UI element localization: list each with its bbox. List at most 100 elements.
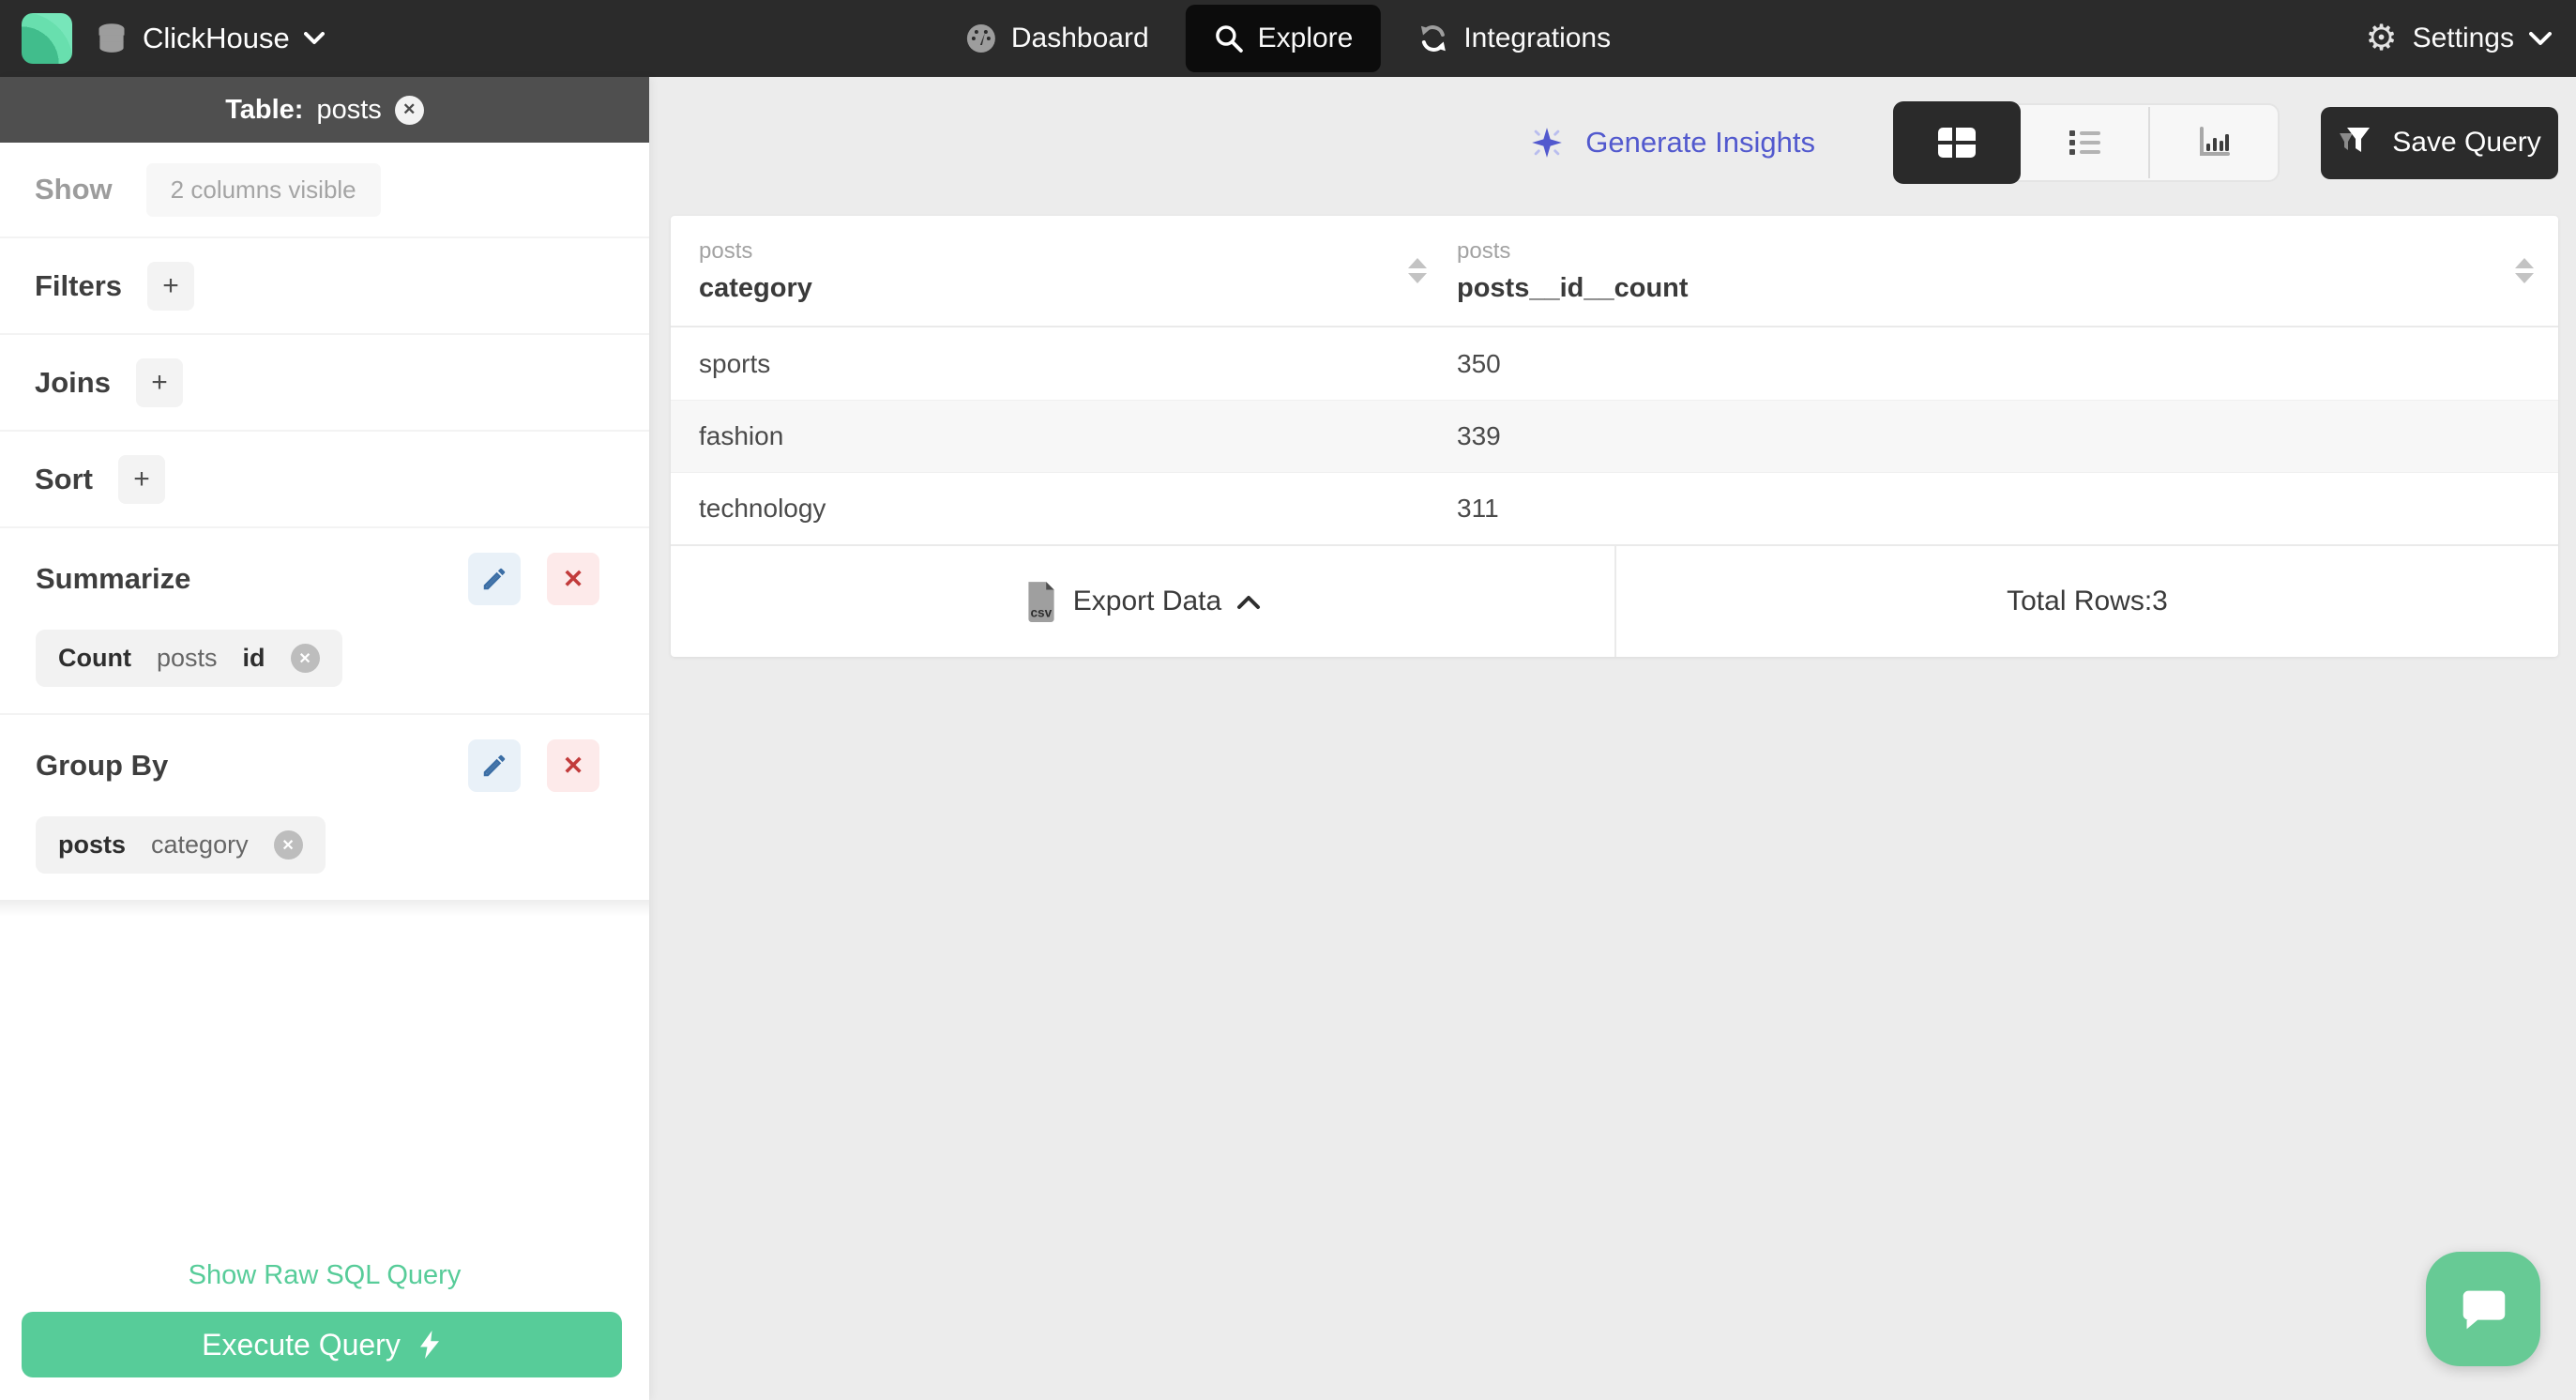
- funnel-icon: [2340, 128, 2371, 152]
- column-header-category: posts category: [671, 238, 1427, 304]
- nav-item-integrations[interactable]: Integrations: [1404, 5, 1624, 72]
- save-query-label: Save Query: [2392, 127, 2541, 158]
- sort-desc-arrow: [2515, 273, 2534, 283]
- group-by-chip: posts category ✕: [36, 816, 326, 874]
- chip-table: posts: [58, 830, 127, 859]
- cell-count: 311: [1457, 494, 1499, 523]
- table-header: posts category posts posts__id__count: [671, 216, 2558, 327]
- remove-table-icon[interactable]: ✕: [394, 95, 424, 125]
- gauge-icon: [966, 24, 995, 53]
- svg-text:csv: csv: [1030, 606, 1052, 620]
- add-join-button[interactable]: +: [135, 358, 183, 407]
- cell-category: technology: [699, 494, 826, 523]
- cell-count: 339: [1457, 421, 1501, 450]
- filters-label: Filters: [35, 268, 123, 302]
- sparkle-icon: [1532, 128, 1563, 158]
- remove-summarize-button[interactable]: ✕: [547, 553, 599, 605]
- column-group-label: posts: [699, 237, 753, 264]
- bar-chart-icon: [2200, 127, 2230, 156]
- settings-menu[interactable]: ⚙ Settings: [2366, 0, 2552, 77]
- sort-icon[interactable]: [2515, 258, 2534, 283]
- chat-bubble-icon: [2462, 1290, 2506, 1330]
- nav-item-label: Integrations: [1463, 23, 1612, 53]
- pencil-icon: [483, 568, 506, 590]
- edit-summarize-button[interactable]: [468, 553, 521, 605]
- total-rows-label: Total Rows:3: [2007, 586, 2168, 616]
- chart-view-toggle[interactable]: [2150, 103, 2278, 182]
- brand[interactable]: ClickHouse: [22, 0, 325, 77]
- sidebar-content-shadow: [0, 900, 649, 917]
- view-toggle-group: [1893, 101, 2280, 184]
- table-banner-prefix: Table:: [225, 94, 304, 125]
- summarize-label: Summarize: [36, 562, 191, 595]
- column-group-label: posts: [1457, 237, 1511, 264]
- remove-group-by-button[interactable]: ✕: [547, 739, 599, 792]
- sort-label: Sort: [35, 462, 93, 495]
- nav-item-label: Dashboard: [1010, 23, 1149, 53]
- chip-aggregation: Count: [58, 644, 131, 672]
- sort-asc-arrow: [1408, 258, 1427, 268]
- column-header-count: posts posts__id__count: [1427, 238, 2558, 304]
- pencil-icon: [483, 754, 506, 777]
- table-row[interactable]: fashion 339: [671, 400, 2558, 472]
- joins-section: Joins +: [0, 335, 649, 432]
- settings-label: Settings: [2412, 23, 2514, 53]
- chat-widget-button[interactable]: [2426, 1252, 2540, 1366]
- execute-query-button[interactable]: Execute Query: [22, 1312, 622, 1377]
- table-banner-name: posts: [316, 94, 382, 125]
- save-query-button[interactable]: Save Query: [2321, 106, 2558, 179]
- table-view-icon: [1938, 128, 1976, 158]
- add-filter-button[interactable]: +: [147, 261, 195, 311]
- edit-group-by-button[interactable]: [468, 739, 521, 792]
- x-icon: ✕: [562, 564, 584, 593]
- export-data-button[interactable]: csv Export Data: [671, 546, 1614, 657]
- brand-label: ClickHouse: [143, 22, 290, 54]
- show-label: Show: [35, 173, 113, 205]
- results-toolbar: Generate Insights Save Query: [649, 77, 2576, 184]
- total-rows: Total Rows:3: [1614, 546, 2558, 657]
- lightning-icon: [419, 1331, 439, 1359]
- summarize-section: Summarize ✕ Count posts id ✕: [0, 528, 649, 715]
- show-raw-sql-link[interactable]: Show Raw SQL Query: [0, 1260, 649, 1291]
- sort-icon[interactable]: [1408, 258, 1427, 283]
- database-icon: [98, 23, 126, 54]
- top-nav: ClickHouse Dashboard Explore Integration…: [0, 0, 2576, 77]
- cell-count: 350: [1457, 348, 1501, 378]
- csv-file-icon: csv: [1028, 582, 1054, 622]
- generate-insights-button[interactable]: Generate Insights: [1529, 125, 1815, 160]
- show-section: Show 2 columns visible: [0, 143, 649, 238]
- summarize-chip: Count posts id ✕: [36, 630, 342, 687]
- cell-category: sports: [699, 348, 771, 378]
- table-banner: Table: posts ✕: [0, 77, 649, 143]
- sort-desc-arrow: [1408, 273, 1427, 283]
- table-row[interactable]: technology 311: [671, 472, 2558, 544]
- results-table-card: posts category posts posts__id__count sp…: [671, 216, 2558, 657]
- nav-item-dashboard[interactable]: Dashboard: [952, 5, 1162, 72]
- nav-item-explore[interactable]: Explore: [1185, 5, 1382, 72]
- chip-table: posts: [156, 644, 218, 672]
- export-data-label: Export Data: [1072, 586, 1222, 616]
- generate-insights-label: Generate Insights: [1585, 126, 1815, 159]
- nav-item-label: Explore: [1257, 23, 1354, 53]
- list-view-toggle[interactable]: [2021, 103, 2148, 182]
- remove-chip-icon[interactable]: ✕: [290, 644, 320, 673]
- sort-asc-arrow: [2515, 258, 2534, 268]
- columns-visible-box[interactable]: 2 columns visible: [145, 162, 381, 217]
- sort-section: Sort +: [0, 432, 649, 528]
- table-row[interactable]: sports 350: [671, 327, 2558, 400]
- table-footer: csv Export Data Total Rows:3: [671, 544, 2558, 657]
- execute-query-label: Execute Query: [202, 1327, 401, 1362]
- column-name-label: posts__id__count: [1457, 272, 1689, 303]
- table-view-toggle[interactable]: [1893, 101, 2021, 184]
- main-panel: Generate Insights Save Query posts categ…: [649, 77, 2576, 1400]
- query-builder-sidebar: Table: posts ✕ Show 2 columns visible Fi…: [0, 77, 649, 1400]
- group-by-label: Group By: [36, 749, 169, 782]
- group-by-section: Group By ✕ posts category ✕: [0, 715, 649, 900]
- remove-chip-icon[interactable]: ✕: [273, 830, 303, 860]
- chevron-down-icon: [2529, 31, 2552, 45]
- sync-icon: [1421, 25, 1447, 52]
- chip-column: id: [242, 644, 265, 672]
- app-logo: [22, 13, 72, 64]
- search-icon: [1215, 25, 1243, 53]
- add-sort-button[interactable]: +: [118, 454, 165, 504]
